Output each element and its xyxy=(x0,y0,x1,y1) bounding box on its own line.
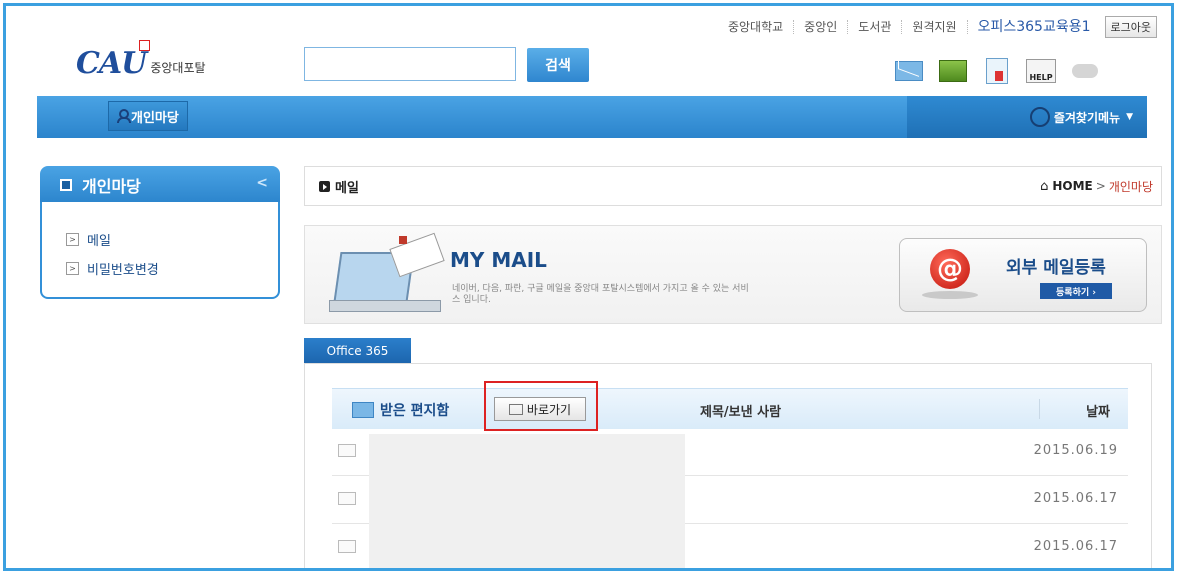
browser-frame: 중앙대학교 중앙인 도서관 원격지원 오피스365교육용1 로그아웃 CAU 중… xyxy=(3,3,1174,571)
favorites-label: 즐겨찾기메뉴 xyxy=(1053,110,1121,125)
breadcrumb-separator: > xyxy=(1095,179,1106,193)
square-icon xyxy=(60,179,72,191)
breadcrumb-home[interactable]: HOME xyxy=(1052,179,1092,193)
row-date: 2015.06.17 xyxy=(1033,491,1118,506)
sidebar-item-password[interactable]: > 비밀번호변경 xyxy=(66,259,278,278)
sidebar-item-label: 비밀번호변경 xyxy=(87,263,159,278)
at-sign-icon: @ xyxy=(930,249,970,289)
link-cau[interactable]: 중앙대학교 xyxy=(718,20,795,34)
main-nav-bar: 개인마당 즐겨찾기메뉴 ▼ xyxy=(37,96,1147,138)
page-title: 메일 xyxy=(319,177,359,196)
link-remote-support[interactable]: 원격지원 xyxy=(902,20,968,34)
banner-description: 네이버, 다음, 파란, 구글 메일을 중앙대 포탈시스템에서 가지고 올 수 … xyxy=(452,284,749,305)
redacted-area xyxy=(369,434,685,568)
envelope-icon xyxy=(352,402,374,418)
tab-office365[interactable]: Office 365 xyxy=(304,338,411,364)
link-office365[interactable]: 오피스365교육용1 xyxy=(968,20,1101,34)
sidebar-item-mail[interactable]: > 메일 xyxy=(66,230,278,249)
top-utility-links: 중앙대학교 중앙인 도서관 원격지원 오피스365교육용1 로그아웃 xyxy=(718,16,1157,38)
laptop-mail-illustration xyxy=(329,232,449,316)
sidebar-header: 개인마당 < xyxy=(40,166,280,204)
nav-tab-personal[interactable]: 개인마당 xyxy=(108,101,188,131)
inbox-label: 받은 편지함 xyxy=(352,400,449,420)
header-icons: HELP xyxy=(894,57,1100,85)
mail-unread-icon xyxy=(338,540,356,553)
document-icon[interactable] xyxy=(982,57,1012,85)
goto-button[interactable]: 바로가기 xyxy=(494,397,586,421)
help-icon[interactable]: HELP xyxy=(1026,57,1056,85)
row-date: 2015.06.17 xyxy=(1033,539,1118,554)
person-icon xyxy=(117,109,131,123)
mail-icon[interactable] xyxy=(894,57,924,85)
icon-stand xyxy=(922,291,978,299)
external-mail-label: 외부 메일등록 xyxy=(1006,258,1106,278)
mail-unread-icon xyxy=(338,492,356,505)
search-input[interactable] xyxy=(304,47,516,81)
favorites-menu[interactable]: 즐겨찾기메뉴 ▼ xyxy=(907,96,1147,138)
sidebar-title: 개인마당 xyxy=(82,177,141,196)
row-date: 2015.06.19 xyxy=(1033,443,1118,458)
sidebar-item-label: 메일 xyxy=(87,234,111,249)
column-subject-sender: 제목/보낸 사람 xyxy=(700,405,782,420)
breadcrumb-current: 개인마당 xyxy=(1108,179,1153,194)
logo-accent-icon xyxy=(139,40,151,51)
logo-name: 중앙대포탈 xyxy=(150,61,206,75)
search-button[interactable]: 검색 xyxy=(527,48,589,82)
mail-table-header: 받은 편지함 제목/보낸 사람 날짜 xyxy=(332,388,1128,429)
arrow-box-icon: > xyxy=(66,233,79,246)
column-date: 날짜 xyxy=(1086,405,1110,420)
mail-unread-icon xyxy=(338,444,356,457)
collapse-icon[interactable]: < xyxy=(256,175,268,191)
my-mail-banner: MY MAIL 네이버, 다음, 파란, 구글 메일을 중앙대 포탈시스템에서 … xyxy=(304,225,1162,324)
sidebar-menu: > 메일 > 비밀번호변경 xyxy=(40,202,280,299)
cloud-icon[interactable] xyxy=(1070,57,1100,85)
nav-tab-label: 개인마당 xyxy=(131,110,179,126)
logo-mark: CAU xyxy=(76,40,151,81)
link-library[interactable]: 도서관 xyxy=(848,20,903,34)
logo[interactable]: CAU 중앙대포탈 xyxy=(76,40,206,81)
box-icon[interactable] xyxy=(938,57,968,85)
register-button[interactable]: 등록하기 › xyxy=(1040,283,1112,299)
breadcrumb: ⌂ HOME > 개인마당 xyxy=(1040,178,1153,195)
logout-button[interactable]: 로그아웃 xyxy=(1104,16,1157,38)
favorites-icon xyxy=(1029,107,1050,127)
column-divider xyxy=(1039,399,1040,419)
external-mail-card[interactable]: @ 외부 메일등록 등록하기 › xyxy=(899,238,1147,312)
play-square-icon xyxy=(319,180,330,192)
breadcrumb-bar: 메일 ⌂ HOME > 개인마당 xyxy=(304,166,1162,206)
chevron-down-icon: ▼ xyxy=(1126,112,1133,122)
home-icon: ⌂ xyxy=(1040,178,1049,194)
envelope-small-icon xyxy=(508,403,523,415)
link-cau-people[interactable]: 중앙인 xyxy=(794,20,849,34)
banner-title: MY MAIL xyxy=(450,248,547,272)
arrow-box-icon: > xyxy=(66,262,79,275)
